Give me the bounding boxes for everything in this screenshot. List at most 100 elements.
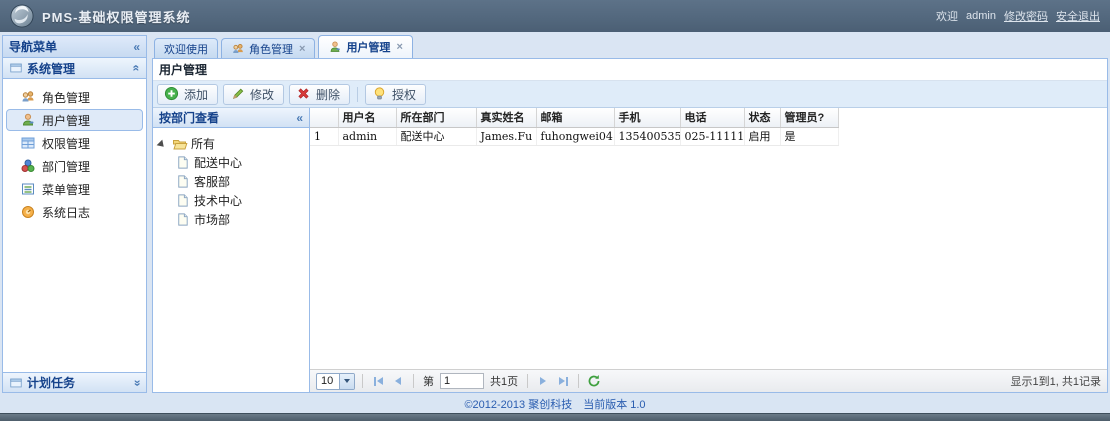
paging-separator xyxy=(578,374,579,388)
tab-label: 用户管理 xyxy=(346,39,390,55)
prev-page-button[interactable] xyxy=(390,373,406,389)
cell-department: 配送中心 xyxy=(396,127,476,145)
tree-node-root[interactable]: 所有 xyxy=(157,134,305,153)
page-size-select[interactable]: 10 xyxy=(316,373,355,390)
add-icon xyxy=(164,86,180,102)
section-tasks-label: 计划任务 xyxy=(27,374,75,391)
column-header-email[interactable]: 邮箱 xyxy=(536,108,614,127)
section-expand-icon[interactable]: « xyxy=(131,379,143,386)
tree-node-dept[interactable]: 客服部 xyxy=(157,172,305,191)
username: admin xyxy=(966,10,996,22)
grid-empty-area xyxy=(310,146,1107,370)
edit-button[interactable]: 修改 xyxy=(223,84,284,105)
page-size-value: 10 xyxy=(317,374,339,389)
column-header-admin[interactable]: 管理员? xyxy=(780,108,838,127)
sidebar-collapse-icon[interactable]: « xyxy=(133,41,140,53)
user-table: 用户名 所在部门 真实姓名 邮箱 手机 电话 状态 管理员? xyxy=(310,108,839,146)
tree-collapse-icon[interactable]: « xyxy=(296,112,303,124)
main-area: 欢迎使用 角色管理 × 用户管理 × 用户管理 xyxy=(152,35,1108,393)
sidebar-item-label: 系统日志 xyxy=(42,204,90,221)
section-system-label: 系统管理 xyxy=(27,60,75,77)
accordion-section-system[interactable]: 系统管理 « xyxy=(3,58,146,79)
tree-node-dept[interactable]: 市场部 xyxy=(157,210,305,229)
edit-button-label: 修改 xyxy=(250,86,274,103)
page-prefix-label: 第 xyxy=(423,373,434,389)
tree-expander-icon[interactable] xyxy=(157,139,170,152)
next-page-button[interactable] xyxy=(535,373,551,389)
cell-email: fuhongwei0410@126 xyxy=(536,127,614,145)
tree-panel-title: 按部门查看 xyxy=(159,109,219,126)
section-collapse-icon[interactable]: « xyxy=(131,65,143,72)
column-header-status[interactable]: 状态 xyxy=(744,108,780,127)
sidebar-item-label: 菜单管理 xyxy=(42,181,90,198)
tree-node-dept[interactable]: 配送中心 xyxy=(157,153,305,172)
window-icon xyxy=(9,376,23,390)
paging-separator xyxy=(413,374,414,388)
sidebar-item-department-mgmt[interactable]: 部门管理 xyxy=(6,155,143,177)
user-mgmt-panel: 用户管理 添加 修改 删 xyxy=(152,58,1108,393)
app-header: PMS-基础权限管理系统 欢迎 admin 修改密码 安全退出 xyxy=(0,0,1110,32)
workspace: 导航菜单 « 系统管理 « 角色管理 用户管理 xyxy=(0,32,1110,395)
bottom-strip xyxy=(0,413,1110,421)
sidebar-nav-panel: 导航菜单 « 系统管理 « 角色管理 用户管理 xyxy=(2,35,147,393)
column-header-department[interactable]: 所在部门 xyxy=(396,108,476,127)
paging-status-text: 显示1到1, 共1记录 xyxy=(1011,373,1101,389)
permission-icon xyxy=(20,135,36,151)
toolbar-separator xyxy=(357,87,358,102)
app-logo-icon xyxy=(10,4,34,28)
table-row[interactable]: 1 admin 配送中心 James.Fu fuhongwei0410@126 … xyxy=(310,127,838,145)
page-icon xyxy=(175,212,191,228)
combo-trigger-icon[interactable] xyxy=(339,374,354,389)
user-icon xyxy=(20,112,36,128)
tree-panel-header: 按部门查看 « xyxy=(153,108,309,128)
column-header-realname[interactable]: 真实姓名 xyxy=(476,108,536,127)
delete-button[interactable]: 删除 xyxy=(289,84,350,105)
tree-node-dept[interactable]: 技术中心 xyxy=(157,191,305,210)
header-user-area: 欢迎 admin 修改密码 安全退出 xyxy=(936,8,1100,24)
tree-node-label: 技术中心 xyxy=(194,192,242,209)
tab-label: 角色管理 xyxy=(249,41,293,57)
sidebar-item-system-log[interactable]: 系统日志 xyxy=(6,201,143,223)
sidebar-item-label: 部门管理 xyxy=(42,158,90,175)
column-header-username[interactable]: 用户名 xyxy=(338,108,396,127)
tab-close-icon[interactable]: × xyxy=(396,41,402,53)
logout-link[interactable]: 安全退出 xyxy=(1056,8,1100,24)
tree-node-label: 市场部 xyxy=(194,211,230,228)
refresh-icon[interactable] xyxy=(586,373,602,389)
tab-close-icon[interactable]: × xyxy=(299,43,305,55)
sidebar-item-label: 权限管理 xyxy=(42,135,90,152)
tree-node-label: 客服部 xyxy=(194,173,230,190)
page-icon xyxy=(175,174,191,190)
tab-role-mgmt[interactable]: 角色管理 × xyxy=(221,38,315,58)
toolbar: 添加 修改 删除 xyxy=(153,81,1107,108)
tab-welcome[interactable]: 欢迎使用 xyxy=(154,38,218,58)
tab-strip: 欢迎使用 角色管理 × 用户管理 × xyxy=(152,35,1108,58)
column-header-mobile[interactable]: 手机 xyxy=(614,108,680,127)
page-icon xyxy=(175,155,191,171)
department-icon xyxy=(20,158,36,174)
edit-pencil-icon xyxy=(230,86,246,102)
page-total-label: 共1页 xyxy=(490,373,518,389)
sidebar-item-user-mgmt[interactable]: 用户管理 xyxy=(6,109,143,131)
tab-user-mgmt[interactable]: 用户管理 × xyxy=(318,35,412,58)
role-icon xyxy=(231,42,245,56)
sidebar-item-label: 用户管理 xyxy=(42,112,90,129)
sidebar-item-role-mgmt[interactable]: 角色管理 xyxy=(6,86,143,108)
column-header-phone[interactable]: 电话 xyxy=(680,108,744,127)
first-page-button[interactable] xyxy=(370,373,386,389)
cell-rownum: 1 xyxy=(310,127,338,145)
change-password-link[interactable]: 修改密码 xyxy=(1004,8,1048,24)
sidebar-item-menu-mgmt[interactable]: 菜单管理 xyxy=(6,178,143,200)
sidebar-item-label: 角色管理 xyxy=(42,89,90,106)
bulb-icon xyxy=(372,86,388,102)
column-header-rownum xyxy=(310,108,338,127)
last-page-button[interactable] xyxy=(555,373,571,389)
tab-label: 欢迎使用 xyxy=(164,41,208,57)
accordion-section-tasks[interactable]: 计划任务 « xyxy=(3,372,146,392)
add-button[interactable]: 添加 xyxy=(157,84,218,105)
authorize-button[interactable]: 授权 xyxy=(365,84,426,105)
sidebar-title-bar: 导航菜单 « xyxy=(3,36,146,58)
app-title: PMS-基础权限管理系统 xyxy=(42,7,191,26)
page-number-input[interactable] xyxy=(440,373,484,389)
sidebar-item-permission-mgmt[interactable]: 权限管理 xyxy=(6,132,143,154)
